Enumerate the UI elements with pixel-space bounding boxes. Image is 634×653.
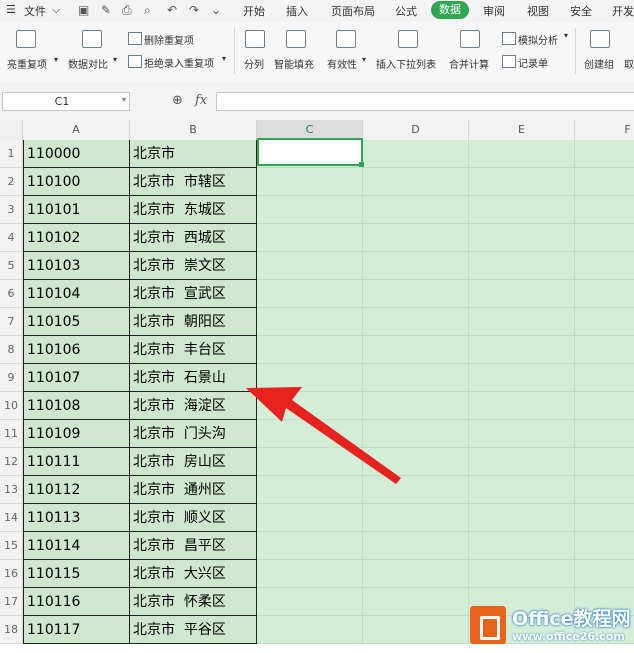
watermark: Office教程网 www.office26.com bbox=[466, 600, 634, 653]
office-logo-icon bbox=[470, 606, 506, 644]
watermark-url: www.office26.com bbox=[512, 630, 625, 643]
watermark-title: Office教程网 bbox=[512, 608, 631, 630]
red-arrow-icon bbox=[246, 387, 401, 484]
annotation-arrow bbox=[246, 387, 401, 484]
